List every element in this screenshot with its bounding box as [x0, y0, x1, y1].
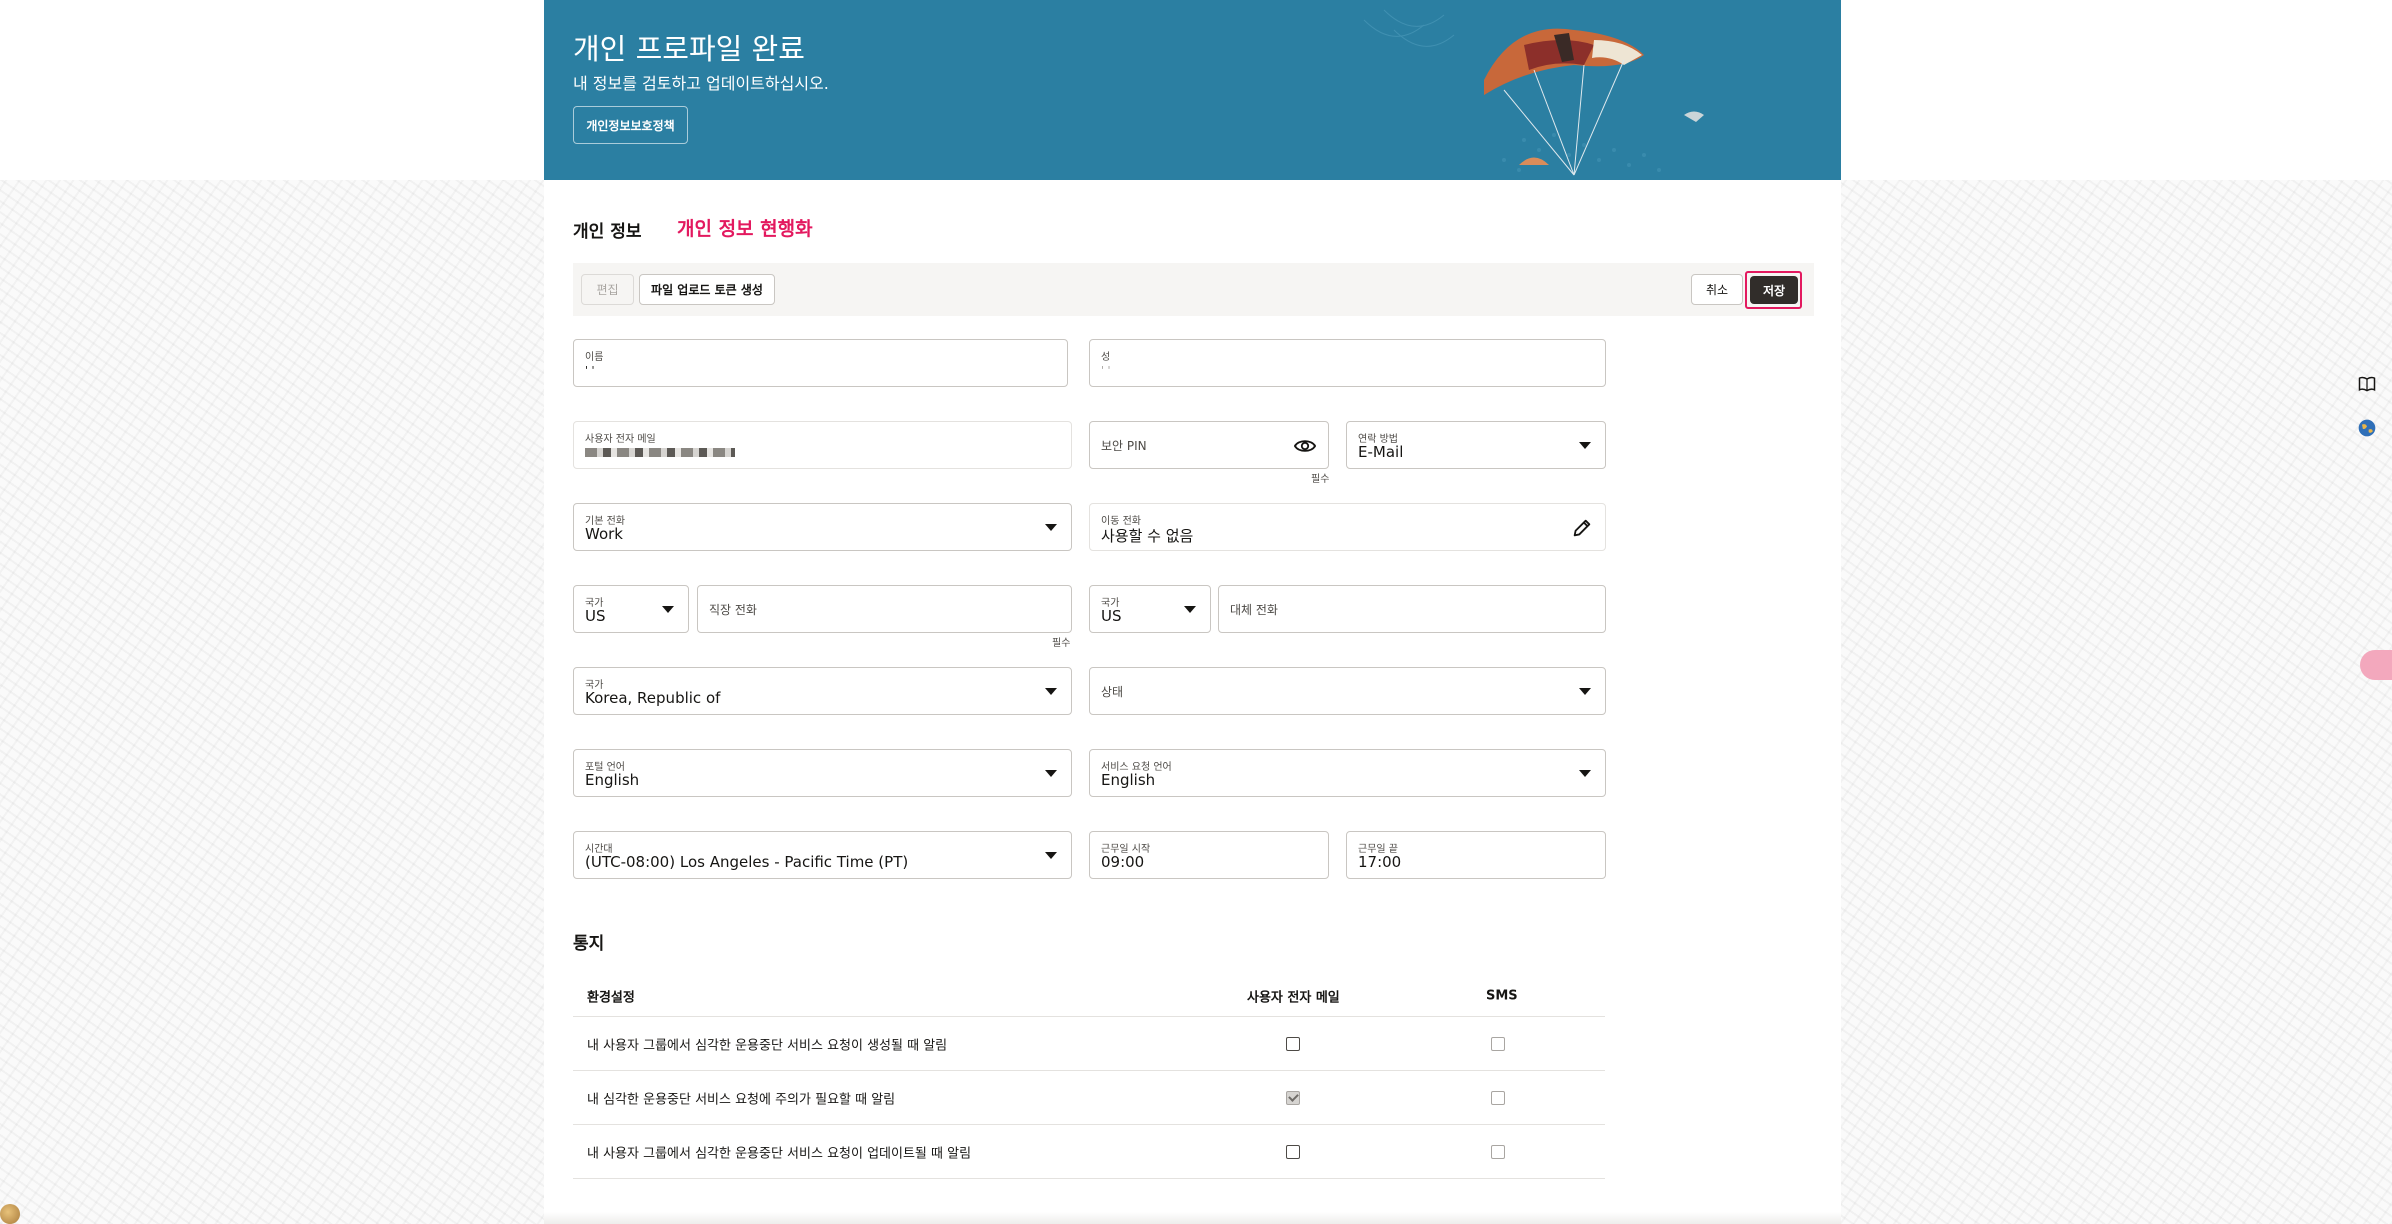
globe-icon[interactable] [2357, 418, 2377, 438]
state-select[interactable]: 상태 [1089, 667, 1606, 715]
banner-title: 개인 프로파일 완료 [573, 32, 805, 66]
country-value: Korea, Republic of [585, 689, 721, 707]
eye-icon[interactable] [1294, 435, 1316, 457]
first-name-label: 이름 [585, 352, 604, 363]
sms-checkbox[interactable] [1491, 1090, 1505, 1105]
table-row: 내 사용자 그룹에서 심각한 운용중단 서비스 요청이 생성될 때 알림 [573, 1017, 1605, 1071]
chat-assistant-icon[interactable] [2360, 650, 2392, 680]
service-request-language-value: English [1101, 771, 1156, 789]
pencil-icon[interactable] [1571, 517, 1593, 539]
workday-end-value: 17:00 [1358, 853, 1402, 871]
sms-column-header: SMS [1486, 988, 1518, 1003]
user-email-field: 사용자 전자 메일 [573, 421, 1072, 469]
notifications-table: 환경설정 사용자 전자 메일 SMS 내 사용자 그룹에서 심각한 운용중단 서… [573, 975, 1605, 1179]
workday-start-input[interactable]: 근무일 시작 09:00 [1089, 831, 1329, 879]
work-country-value: US [585, 607, 606, 625]
timezone-select[interactable]: 시간대 (UTC-08:00) Los Angeles - Pacific Ti… [573, 831, 1072, 879]
form-toolbar: 편집 파일 업로드 토큰 생성 취소 저장 [573, 263, 1814, 316]
chevron-down-icon [662, 606, 674, 613]
user-email-label: 사용자 전자 메일 [585, 434, 656, 445]
work-phone-placeholder: 직장 전화 [709, 603, 757, 617]
edit-button[interactable]: 편집 [581, 274, 634, 305]
work-phone-required-text: 필수 [1052, 638, 1071, 649]
privacy-policy-button[interactable]: 개인정보보호정책 [573, 106, 688, 144]
notifications-title: 통지 [573, 934, 605, 954]
primary-phone-value: Work [585, 525, 623, 543]
alt-phone-input[interactable]: 대체 전화 [1218, 585, 1606, 633]
sms-checkbox[interactable] [1491, 1144, 1505, 1159]
chevron-down-icon [1045, 852, 1057, 859]
profile-banner: 개인 프로파일 완료 내 정보를 검토하고 업데이트하십시오. 개인정보보호정책 [544, 0, 1841, 180]
portal-language-value: English [585, 771, 640, 789]
masked-email-value [585, 448, 735, 457]
email-checkbox[interactable] [1286, 1144, 1300, 1159]
work-phone-input[interactable]: 직장 전화 [697, 585, 1072, 633]
contact-method-select[interactable]: 연락 방법 E-Mail [1346, 421, 1606, 469]
parachute-illustration [1324, 0, 1841, 180]
alt-phone-placeholder: 대체 전화 [1230, 603, 1278, 617]
generate-upload-token-button[interactable]: 파일 업로드 토큰 생성 [639, 274, 775, 305]
first-name-field[interactable]: 이름 ' ' [573, 339, 1068, 387]
notification-label: 내 심각한 운용중단 서비스 요청에 주의가 필요할 때 알림 [587, 1092, 896, 1107]
email-checkbox[interactable] [1286, 1036, 1300, 1051]
security-pin-field[interactable]: 보안 PIN [1089, 421, 1329, 469]
alt-country-value: US [1101, 607, 1122, 625]
last-name-value: ' ' [1101, 364, 1111, 377]
section-title: 개인 정보 [573, 222, 642, 242]
email-column-header: 사용자 전자 메일 [1247, 990, 1340, 1005]
chevron-down-icon [1184, 606, 1196, 613]
mobile-phone-field: 이동 전화 사용할 수 없음 [1089, 503, 1606, 551]
primary-phone-select[interactable]: 기본 전화 Work [573, 503, 1072, 551]
timezone-value: (UTC-08:00) Los Angeles - Pacific Time (… [585, 853, 909, 871]
workday-end-input[interactable]: 근무일 끝 17:00 [1346, 831, 1606, 879]
pin-required-text: 필수 [1311, 474, 1330, 485]
cancel-button[interactable]: 취소 [1691, 274, 1743, 305]
chevron-down-icon [1045, 770, 1057, 777]
country-select[interactable]: 국가 Korea, Republic of [573, 667, 1072, 715]
work-country-select[interactable]: 국가 US [573, 585, 689, 633]
footer-shadow [544, 1212, 1841, 1224]
last-name-label: 성 [1101, 352, 1111, 363]
portal-language-select[interactable]: 포털 언어 English [573, 749, 1072, 797]
sms-checkbox[interactable] [1491, 1036, 1505, 1051]
table-row: 내 심각한 운용중단 서비스 요청에 주의가 필요할 때 알림 [573, 1071, 1605, 1125]
chevron-down-icon [1045, 524, 1057, 531]
section-annotation: 개인 정보 현행화 [677, 218, 813, 240]
preference-column-header: 환경설정 [587, 990, 635, 1005]
chevron-down-icon [1045, 688, 1057, 695]
state-placeholder: 상태 [1101, 685, 1124, 699]
last-name-field[interactable]: 성 ' ' [1089, 339, 1606, 387]
alt-country-select[interactable]: 국가 US [1089, 585, 1211, 633]
chevron-down-icon [1579, 442, 1591, 449]
table-row: 내 사용자 그룹에서 심각한 운용중단 서비스 요청이 업데이트될 때 알림 [573, 1125, 1605, 1179]
notification-label: 내 사용자 그룹에서 심각한 운용중단 서비스 요청이 생성될 때 알림 [587, 1038, 948, 1053]
table-header-row: 환경설정 사용자 전자 메일 SMS [573, 975, 1605, 1017]
chevron-down-icon [1579, 688, 1591, 695]
chevron-down-icon [1579, 770, 1591, 777]
banner-subtitle: 내 정보를 검토하고 업데이트하십시오. [573, 74, 829, 93]
book-icon[interactable] [2357, 374, 2377, 394]
corner-logo-icon [0, 1204, 20, 1224]
notification-label: 내 사용자 그룹에서 심각한 운용중단 서비스 요청이 업데이트될 때 알림 [587, 1146, 972, 1161]
security-pin-label: 보안 PIN [1101, 439, 1147, 453]
mobile-phone-value: 사용할 수 없음 [1101, 527, 1194, 545]
first-name-value: ' ' [585, 364, 595, 377]
email-checkbox[interactable] [1286, 1090, 1300, 1105]
contact-method-value: E-Mail [1358, 443, 1404, 461]
save-button[interactable]: 저장 [1750, 276, 1798, 304]
workday-start-value: 09:00 [1101, 853, 1145, 871]
service-request-language-select[interactable]: 서비스 요청 언어 English [1089, 749, 1606, 797]
profile-page: 개인 프로파일 완료 내 정보를 검토하고 업데이트하십시오. 개인정보보호정책 [544, 0, 1841, 1224]
